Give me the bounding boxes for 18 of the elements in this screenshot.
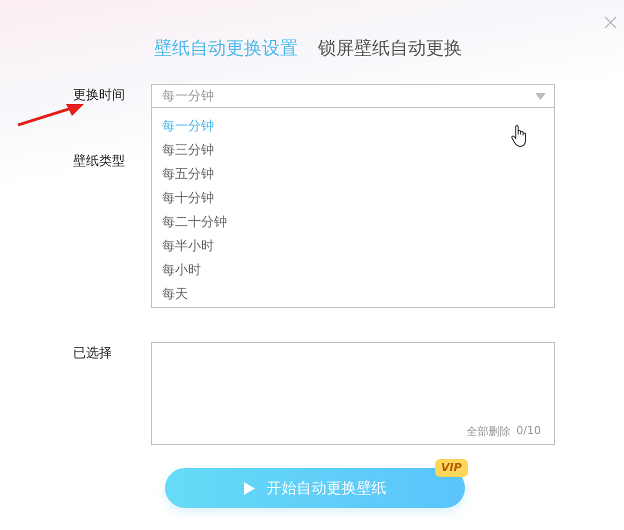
clear-all-link[interactable]: 全部删除 [466,424,510,439]
dropdown-option[interactable]: 每十分钟 [152,187,554,211]
field-label: 更换时间 [73,87,126,105]
dropdown-option[interactable]: 每半小时 [152,235,554,259]
dropdown-option[interactable]: 每天 [152,283,554,307]
dropdown-option[interactable]: 每二十分钟 [152,211,554,235]
caret-icon [535,92,546,100]
dropdown-option[interactable]: 每三分钟 [152,139,554,163]
dropdown-option[interactable]: 每五分钟 [152,163,554,187]
close-icon[interactable] [604,16,617,29]
hand-cursor-icon [511,125,528,148]
vip-badge: VIP [435,459,468,477]
dropdown-option[interactable]: 每小时 [152,259,554,283]
field-label: 壁纸类型 [73,153,126,171]
play-icon [244,482,254,494]
field-label: 已选择 [73,345,113,363]
tab[interactable]: 锁屏壁纸自动更换 [318,35,462,62]
item-count: 0/10 [516,424,541,439]
